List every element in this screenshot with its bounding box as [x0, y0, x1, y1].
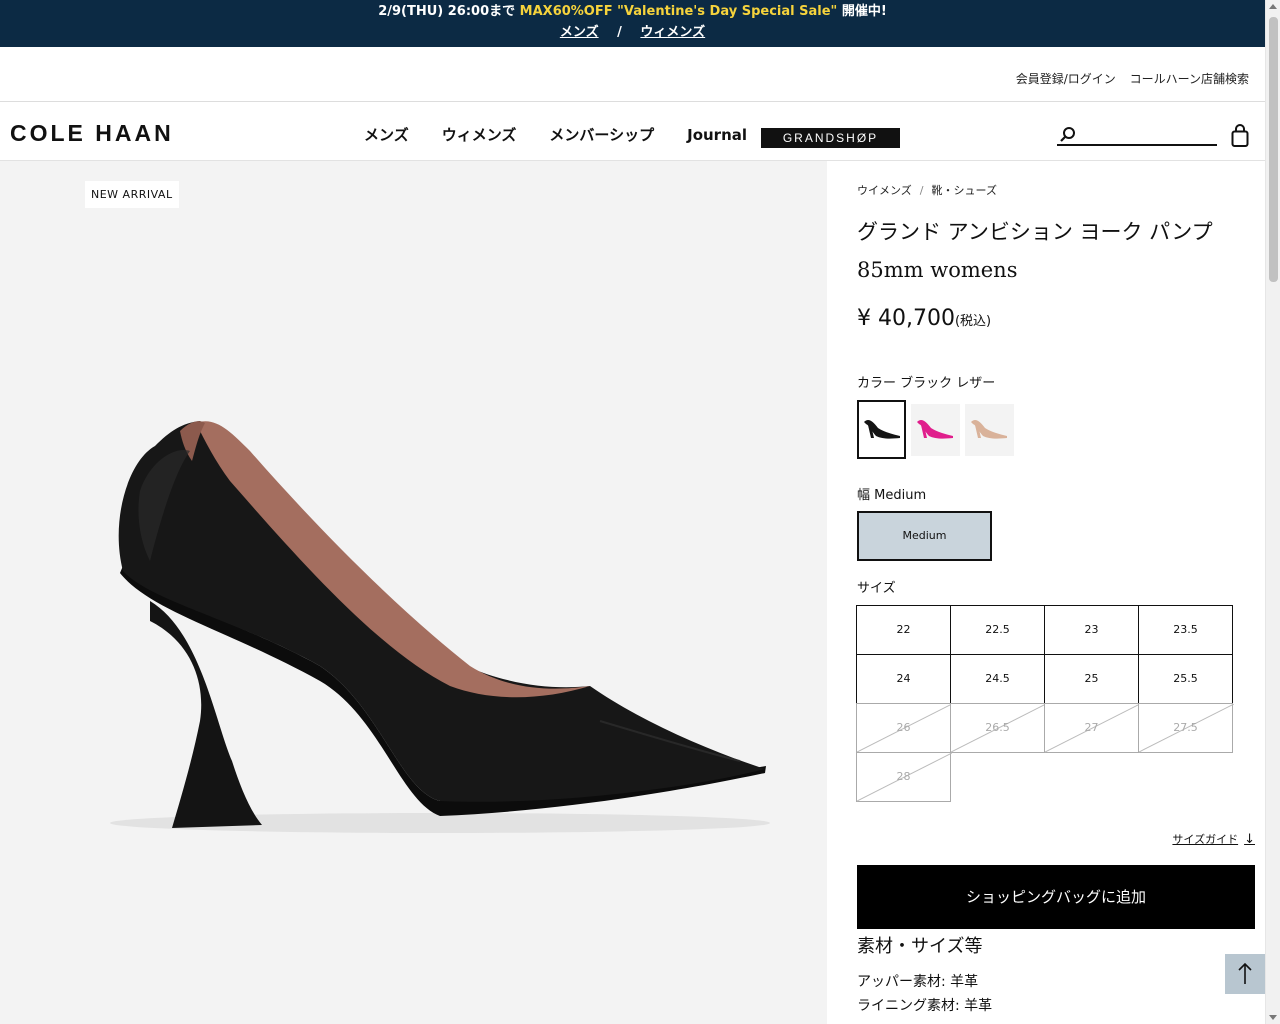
product-title-line1: グランド アンビション ヨーク パンプ	[857, 220, 1213, 244]
promo-banner: 2/9(THU) 26:00まで MAX60%OFF "Valentine's …	[0, 0, 1265, 47]
size-option-label: 23.5	[1173, 623, 1198, 636]
grandshop-button[interactable]: GRANDSHØP	[761, 128, 900, 148]
promo-link-mens[interactable]: メンズ	[560, 25, 599, 40]
shopping-bag-icon[interactable]	[1231, 124, 1249, 152]
arrow-down-icon: ↓	[1244, 832, 1255, 847]
size-option[interactable]: 22	[856, 605, 951, 655]
width-option-medium[interactable]: Medium	[857, 511, 992, 561]
promo-text: 2/9(THU) 26:00まで MAX60%OFF "Valentine's …	[0, 0, 1265, 23]
nav-item-membership[interactable]: メンバーシップ	[549, 124, 654, 145]
size-option-label: 27.5	[1173, 721, 1198, 734]
spec-upper-material: アッパー素材: 羊革	[857, 974, 979, 990]
size-option[interactable]: 25.5	[1138, 654, 1233, 704]
size-option-label: 26	[896, 721, 911, 734]
utility-links: 会員登録/ログイン コールハーン店舗検索	[1006, 70, 1249, 87]
swatch-black[interactable]	[857, 400, 906, 459]
width-label: 幅 Medium	[857, 488, 927, 503]
store-locator-link[interactable]: コールハーン店舗検索	[1130, 72, 1249, 86]
breadcrumb-separator: /	[919, 184, 924, 197]
swatch-nude[interactable]	[965, 404, 1014, 456]
size-option-label: 25.5	[1173, 672, 1198, 685]
product-title-line2: 85mm womens	[857, 258, 1018, 282]
color-label: カラー ブラック レザー	[857, 376, 996, 391]
size-option-label: 22	[896, 623, 911, 636]
spec-lining-material: ライニング素材: 羊革	[857, 998, 993, 1014]
main-nav: メンズ ウィメンズ メンバーシップ Journal	[364, 124, 780, 145]
promo-link-womens[interactable]: ウィメンズ	[640, 25, 705, 40]
site-header: COLE HAAN メンズ ウィメンズ メンバーシップ Journal GRAN…	[0, 102, 1265, 161]
swatch-pink[interactable]	[911, 404, 960, 456]
size-option-label: 26.5	[985, 721, 1010, 734]
logo[interactable]: COLE HAAN	[10, 120, 174, 147]
nav-item-journal[interactable]: Journal	[687, 126, 747, 144]
promo-links: メンズ / ウィメンズ	[0, 23, 1265, 43]
breadcrumb: ウイメンズ / 靴・シューズ	[857, 182, 997, 198]
add-to-bag-button[interactable]: ショッピングバッグに追加	[857, 865, 1255, 929]
promo-suffix: 開催中!	[837, 4, 887, 19]
size-option-label: 23	[1084, 623, 1099, 636]
price-tax-label: (税込)	[954, 314, 992, 329]
product-image: NEW ARRIVAL	[0, 161, 827, 1024]
size-option[interactable]: 23.5	[1138, 605, 1233, 655]
back-to-top-button[interactable]	[1225, 954, 1265, 994]
size-option-label: 24.5	[985, 672, 1010, 685]
size-option: 27	[1044, 703, 1140, 753]
scroll-down-icon[interactable]	[1269, 1015, 1277, 1020]
size-option-label: 25	[1084, 672, 1099, 685]
nav-item-mens[interactable]: メンズ	[364, 124, 409, 145]
arrow-up-icon	[1238, 962, 1252, 984]
color-swatches	[857, 400, 1019, 459]
search-input[interactable]	[1083, 124, 1213, 144]
size-option[interactable]: 22.5	[950, 605, 1045, 655]
breadcrumb-shoes[interactable]: 靴・シューズ	[932, 184, 997, 197]
product-title: グランド アンビション ヨーク パンプ 85mm womens	[857, 213, 1237, 289]
promo-highlight: MAX60%OFF "Valentine's Day Special Sale"	[519, 4, 838, 19]
shoe-image	[110, 421, 770, 833]
size-option: 28	[856, 752, 952, 802]
scroll-up-icon[interactable]	[1269, 4, 1277, 9]
size-option: 26.5	[950, 703, 1046, 753]
size-option-label: 24	[896, 672, 911, 685]
size-option: 27.5	[1138, 703, 1234, 753]
login-link[interactable]: 会員登録/ログイン	[1016, 72, 1116, 86]
product-details-panel: ウイメンズ / 靴・シューズ グランド アンビション ヨーク パンプ 85mm wo…	[827, 161, 1265, 1024]
size-option[interactable]: 24	[856, 654, 951, 704]
price-value: ¥ 40,700	[857, 306, 955, 331]
size-option[interactable]: 24.5	[950, 654, 1045, 704]
promo-prefix: 2/9(THU) 26:00まで	[378, 4, 520, 19]
size-option: 26	[856, 703, 952, 753]
page-scrollbar[interactable]	[1265, 0, 1280, 1024]
product-price: ¥ 40,700(税込)	[857, 306, 991, 331]
size-option[interactable]: 23	[1044, 605, 1139, 655]
size-guide-label: サイズガイド	[1172, 833, 1239, 846]
search-box	[1057, 124, 1217, 146]
breadcrumb-womens[interactable]: ウイメンズ	[857, 184, 912, 197]
nav-item-womens[interactable]: ウィメンズ	[442, 124, 517, 145]
size-option-label: 27	[1084, 721, 1099, 734]
spec-heading: 素材・サイズ等	[857, 936, 983, 957]
size-option-label: 22.5	[985, 623, 1010, 636]
size-option-label: 28	[896, 770, 911, 783]
search-icon[interactable]	[1059, 126, 1077, 148]
promo-separator: /	[617, 25, 622, 40]
utility-bar: 会員登録/ログイン コールハーン店舗検索	[0, 47, 1265, 102]
scroll-thumb[interactable]	[1269, 17, 1278, 282]
size-option[interactable]: 25	[1044, 654, 1139, 704]
size-label: サイズ	[857, 581, 896, 596]
size-guide-link[interactable]: サイズガイド ↓	[1172, 831, 1255, 847]
